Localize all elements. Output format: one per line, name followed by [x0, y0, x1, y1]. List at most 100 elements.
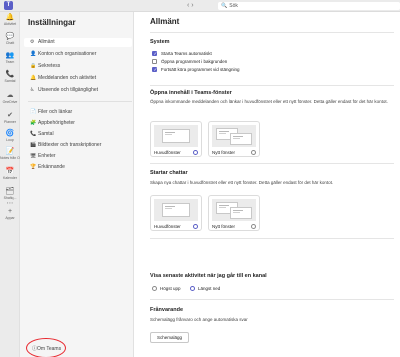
- search-icon: 🔍: [221, 3, 228, 9]
- rail-item[interactable]: + Appar: [0, 208, 20, 220]
- teams-window: T ‹ › 🔍 Sök 🔔 Aktivitet 💬 Chatt 👥 Team 📞 Samtal ☁…: [0, 0, 400, 357]
- rail-item-label: Loop: [6, 138, 14, 142]
- more-icon: ⋯: [6, 200, 14, 207]
- chat-main-window-card[interactable]: Huvudfönster: [150, 195, 202, 231]
- window-preview: [212, 199, 256, 221]
- checkbox-label: Öppna programmet i bakgrunden: [161, 59, 228, 64]
- radio-bottom[interactable]: Längst ned: [190, 286, 220, 292]
- card-label: Huvudfönster: [154, 224, 181, 229]
- settings-nav-item[interactable]: 🔒 Sekretess: [24, 62, 132, 71]
- divider: [150, 299, 394, 300]
- teams-logo-icon: T: [4, 1, 13, 10]
- settings-nav-item[interactable]: ♿ Utseende och tillgänglighet: [24, 86, 132, 95]
- radio-button[interactable]: [251, 150, 256, 155]
- rail-item[interactable]: ☁ OneDrive: [0, 92, 20, 104]
- settings-nav-item[interactable]: 🔔 Meddelanden och aktivitet: [24, 74, 132, 83]
- file-icon: 📄: [30, 109, 37, 115]
- settings-nav-item[interactable]: 🧩 Appbehörigheter: [24, 119, 132, 128]
- rail-item-label: OneDrive: [2, 100, 18, 104]
- system-option[interactable]: Fortsätt köra programmet vid stängning: [152, 67, 240, 73]
- rail-item[interactable]: 🔔 Aktivitet: [0, 14, 20, 26]
- checkbox-label: Fortsätt köra programmet vid stängning: [161, 67, 240, 72]
- rail-item[interactable]: 👥 Team: [0, 52, 20, 64]
- rail-item-label: Notes från O...: [0, 156, 20, 160]
- loop-icon: 🌀: [5, 130, 15, 137]
- rail-item[interactable]: 📝Notes från O...: [0, 148, 20, 160]
- window-preview: [212, 125, 256, 147]
- settings-nav-label: Bildtexter och transkriptioner: [38, 142, 102, 148]
- accessibility-icon: ♿: [30, 87, 35, 93]
- rail-item[interactable]: 📅 Kalender: [0, 168, 20, 180]
- radio-button[interactable]: [193, 150, 198, 155]
- rail-item-label: Aktivitet: [3, 22, 17, 26]
- radio-button[interactable]: [190, 286, 195, 291]
- radio-label: Högst upp: [160, 286, 181, 291]
- rail-item[interactable]: 🗂 Shafiq...: [0, 188, 20, 200]
- rail-item-label: Appar: [5, 216, 15, 220]
- onedrive-icon: ☁: [6, 92, 14, 99]
- viva-icon: 🗂: [5, 188, 15, 195]
- open-main-window-card[interactable]: Huvudfönster: [150, 121, 202, 157]
- settings-nav-label: Utseende och tillgänglighet: [38, 87, 99, 93]
- navigation-arrows[interactable]: ‹ ›: [187, 1, 194, 10]
- chat-icon: 💬: [5, 33, 15, 40]
- system-option[interactable]: Öppna programmet i bakgrunden: [152, 59, 227, 65]
- settings-nav-label: Konton och organisationer: [38, 51, 97, 57]
- settings-nav-item[interactable]: 🎬 Bildtexter och transkriptioner: [24, 141, 132, 150]
- start-chats-title: Startar chattar: [150, 170, 188, 176]
- rail-item[interactable]: 💬 Chatt: [0, 33, 20, 45]
- rail-item[interactable]: 🌀 Loop: [0, 130, 20, 142]
- rail-item-label: Team: [5, 60, 15, 64]
- divider: [28, 101, 132, 102]
- rail-item[interactable]: ✔ Planner: [0, 112, 20, 124]
- settings-nav-item[interactable]: 📞 Samtal: [24, 130, 132, 139]
- gear-icon: ⚙: [30, 39, 35, 45]
- radio-top[interactable]: Högst upp: [152, 286, 181, 292]
- page-title: Allmänt: [150, 17, 180, 26]
- radio-button[interactable]: [193, 224, 198, 229]
- chat-new-window-card[interactable]: Nytt fönster: [208, 195, 260, 231]
- open-new-window-card[interactable]: Nytt fönster: [208, 121, 260, 157]
- phone-icon: 📞: [30, 131, 37, 137]
- checkbox[interactable]: [152, 51, 157, 57]
- settings-nav-label: Erkännande: [38, 164, 65, 170]
- radio-button[interactable]: [251, 224, 256, 229]
- recent-activity-title: Visa senaste aktivitet när jag går till …: [150, 273, 267, 279]
- devices-icon: 🖥: [30, 153, 37, 159]
- settings-nav-item[interactable]: 🖥 Enheter: [24, 152, 132, 161]
- lock-icon: 🔒: [30, 63, 37, 69]
- settings-nav-item[interactable]: 📄 Filer och länkar: [24, 108, 132, 117]
- rail-item-label: Kalender: [2, 176, 17, 180]
- system-title: System: [150, 39, 170, 45]
- calendar-icon: 📅: [5, 168, 15, 175]
- checkbox[interactable]: [152, 67, 157, 73]
- window-preview: [154, 199, 198, 221]
- rail-item[interactable]: 📞 Samtal: [0, 71, 20, 83]
- settings-nav-label: Allmänt: [38, 39, 55, 45]
- divider: [150, 238, 394, 239]
- settings-nav-item[interactable]: 👤 Konton och organisationer: [24, 50, 132, 59]
- open-content-title: Öppna innehåll i Teams-fönster: [150, 90, 232, 96]
- phone-icon: 📞: [5, 71, 15, 78]
- search-placeholder: Sök: [229, 3, 238, 9]
- accounts-icon: 👤: [30, 51, 37, 57]
- away-description: Schemalägg frånvaro och ange automatiska…: [150, 317, 248, 322]
- bell-icon: 🔔: [30, 75, 37, 81]
- radio-button[interactable]: [152, 286, 157, 291]
- system-option[interactable]: Starta Teams automatiskt: [152, 51, 212, 57]
- about-teams-link[interactable]: ⓘOm Teams: [32, 345, 61, 352]
- settings-nav-item[interactable]: ⚙ Allmänt: [24, 38, 132, 47]
- settings-content: Allmänt System Starta Teams automatiskt Ö…: [134, 12, 400, 357]
- title-bar: T ‹ › 🔍 Sök: [0, 0, 400, 12]
- app-rail: 🔔 Aktivitet 💬 Chatt 👥 Team 📞 Samtal ☁ OneDrive ✔ Pl…: [0, 12, 20, 357]
- rail-item[interactable]: ⋯: [0, 200, 20, 208]
- rail-item-label: Chatt: [5, 41, 15, 45]
- checkbox[interactable]: [152, 59, 157, 64]
- schedule-button[interactable]: Schemalägg: [150, 332, 190, 343]
- planner-icon: ✔: [7, 112, 13, 119]
- settings-nav-label: Appbehörigheter: [38, 120, 75, 126]
- settings-nav-item[interactable]: 🏆 Erkännande: [24, 163, 132, 172]
- settings-nav-label: Filer och länkar: [38, 109, 73, 115]
- settings-nav-label: Samtal: [38, 131, 54, 137]
- search-input[interactable]: 🔍 Sök: [218, 2, 400, 10]
